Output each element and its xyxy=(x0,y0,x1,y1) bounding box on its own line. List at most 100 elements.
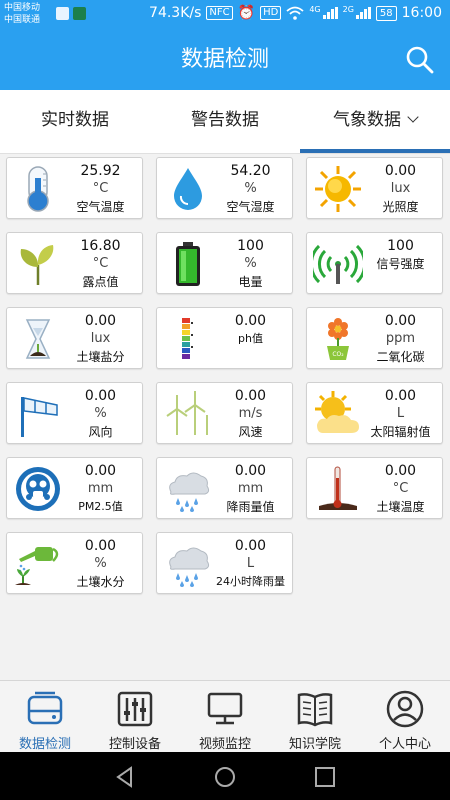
status-indicators: 74.3K/s NFC ⏰ HD 4G 2G 58 16:00 xyxy=(149,4,442,22)
tab-realtime-data[interactable]: 实时数据 xyxy=(0,90,150,153)
sensor-unit: °C xyxy=(92,256,109,271)
net-speed: 74.3K/s xyxy=(149,5,202,21)
cell-signal-icon xyxy=(355,7,371,19)
sensor-value: 0.00 xyxy=(84,388,117,404)
carrier-1: 中国移动 xyxy=(4,3,41,13)
sensor-card-illuminance[interactable]: 0.00 lux 光照度 xyxy=(306,157,443,219)
sensor-label: 土壤盐分 xyxy=(76,350,125,364)
page-title: 数据检测 xyxy=(180,47,269,72)
sensor-card-dew-point[interactable]: 16.80 °C 露点值 xyxy=(6,232,143,294)
sensor-card-pm25[interactable]: 0.00 mm PM2.5值 xyxy=(6,457,143,519)
sensor-card-wind-direction[interactable]: 0.00 % 风向 xyxy=(6,382,143,444)
network-gen-1: 4G xyxy=(309,4,321,14)
sensor-value: 54.20 xyxy=(230,163,271,179)
nav-item-video-surveillance[interactable]: 视频监控 xyxy=(180,681,270,752)
sensor-card-co2[interactable]: CO₂ 0.00 ppm 二氧化碳 xyxy=(306,307,443,369)
sensor-label: 风向 xyxy=(88,425,113,439)
nav-item-data-monitor[interactable]: 数据检测 xyxy=(0,681,90,752)
system-nav-bar xyxy=(0,752,450,800)
sensor-unit: % xyxy=(94,406,107,421)
nav-item-personal-center[interactable]: 个人中心 xyxy=(360,681,450,752)
sensor-unit: % xyxy=(244,256,257,271)
hd-icon: HD xyxy=(260,6,282,20)
sensor-grid: 25.92 °C 空气温度 54.20 % 空气湿度 0.00 lux 光照度 … xyxy=(6,157,446,594)
co2-plant-icon: CO₂ xyxy=(327,318,349,360)
sensor-unit: °C xyxy=(92,181,109,196)
battery-icon xyxy=(176,242,200,286)
tab-bar: 实时数据 警告数据 气象数据 xyxy=(0,90,450,154)
sensor-unit: L xyxy=(246,556,255,571)
sensor-label: ph值 xyxy=(238,332,263,345)
rain-cloud-icon xyxy=(169,472,210,512)
network-gen-2: 2G xyxy=(342,4,354,14)
title-bar: 数据检测 xyxy=(0,30,450,90)
notification-icons xyxy=(56,7,86,20)
sensor-label: 降雨量值 xyxy=(226,500,275,514)
desktop-icon xyxy=(207,692,243,725)
sensor-value: 0.00 xyxy=(234,463,267,479)
sensor-card-soil-moisture[interactable]: 0.00 % 土壤水分 xyxy=(6,532,143,594)
tab-weather-data[interactable]: 气象数据 xyxy=(300,90,450,153)
nav-label: 控制设备 xyxy=(108,737,161,752)
sliders-icon xyxy=(117,691,153,727)
hourglass-icon xyxy=(25,319,51,359)
recent-apps-icon[interactable] xyxy=(314,766,336,788)
sensor-unit: lux xyxy=(390,181,411,196)
sensor-value: 0.00 xyxy=(84,313,117,329)
sensor-card-solar-radiation[interactable]: 0.00 L 太阳辐射值 xyxy=(306,382,443,444)
sensor-card-battery[interactable]: 100 % 电量 xyxy=(156,232,293,294)
sensor-value: 0.00 xyxy=(234,388,267,404)
sensor-value: 100 xyxy=(387,238,414,254)
sensor-label: 土壤水分 xyxy=(76,575,125,589)
soil-thermometer-icon xyxy=(319,466,357,510)
sensor-card-soil-temperature[interactable]: 0.00 °C 土壤温度 xyxy=(306,457,443,519)
sensor-unit: lux xyxy=(90,331,111,346)
sensor-label: 信号强度 xyxy=(376,257,425,271)
nav-item-control-devices[interactable]: 控制设备 xyxy=(90,681,180,752)
status-bar: 中国移动 中国联通 74.3K/s NFC ⏰ HD 4G 2G 58 16:0… xyxy=(0,0,450,30)
carrier-info: 中国移动 中国联通 xyxy=(4,2,40,26)
sensor-label: 二氧化碳 xyxy=(376,350,425,364)
home-icon[interactable] xyxy=(214,766,236,788)
sensor-unit: m/s xyxy=(238,406,263,421)
sensor-card-soil-salinity[interactable]: 0.00 lux 土壤盐分 xyxy=(6,307,143,369)
search-icon[interactable] xyxy=(404,44,436,76)
sensor-unit: mm xyxy=(237,481,264,496)
back-icon[interactable] xyxy=(114,766,136,788)
water-drop-icon xyxy=(174,168,202,210)
nav-item-knowledge-academy[interactable]: 知识学院 xyxy=(270,681,360,752)
sensor-value: 0.00 xyxy=(384,313,417,329)
sensor-card-ph[interactable]: 0.00 ph值 xyxy=(156,307,293,369)
tab-warning-data[interactable]: 警告数据 xyxy=(150,90,300,153)
sensor-card-air-humidity[interactable]: 54.20 % 空气湿度 xyxy=(156,157,293,219)
sensor-value: 16.80 xyxy=(80,238,121,254)
sensor-card-air-temperature[interactable]: 25.92 °C 空气温度 xyxy=(6,157,143,219)
sensor-card-signal-strength[interactable]: 100 信号强度 xyxy=(306,232,443,294)
sensor-label: PM2.5值 xyxy=(78,500,123,513)
sensor-value: 0.00 xyxy=(234,538,267,554)
sensor-unit: ppm xyxy=(385,331,416,346)
windsock-icon xyxy=(21,397,58,437)
sensor-card-24h-rainfall[interactable]: 0.00 L 24小时降雨量 xyxy=(156,532,293,594)
sensor-value: 0.00 xyxy=(384,463,417,479)
svg-text:CO₂: CO₂ xyxy=(332,351,344,358)
bottom-nav: 数据检测 控制设备 视频监控 知识学院 个人中心 xyxy=(0,680,450,752)
sensor-value: 0.00 xyxy=(384,388,417,404)
thermometer-icon xyxy=(27,166,49,212)
sensor-unit: % xyxy=(94,556,107,571)
wifi-icon xyxy=(286,6,304,20)
sensor-card-wind-speed[interactable]: 0.00 m/s 风速 xyxy=(156,382,293,444)
rain-cloud-icon xyxy=(169,547,210,587)
chevron-down-icon xyxy=(407,111,419,123)
ph-scale-icon xyxy=(182,318,193,359)
sensor-value: 100 xyxy=(237,238,264,254)
nav-label: 知识学院 xyxy=(288,737,341,752)
sensor-unit: L xyxy=(396,406,405,421)
watering-can-icon xyxy=(15,547,59,585)
sensor-unit: °C xyxy=(392,481,409,496)
leaf-icon xyxy=(20,245,54,285)
sensor-card-rainfall[interactable]: 0.00 mm 降雨量值 xyxy=(156,457,293,519)
carrier-2: 中国联通 xyxy=(4,15,41,25)
app-notification-icon xyxy=(56,7,69,20)
sensor-label: 24小时降雨量 xyxy=(216,575,285,588)
